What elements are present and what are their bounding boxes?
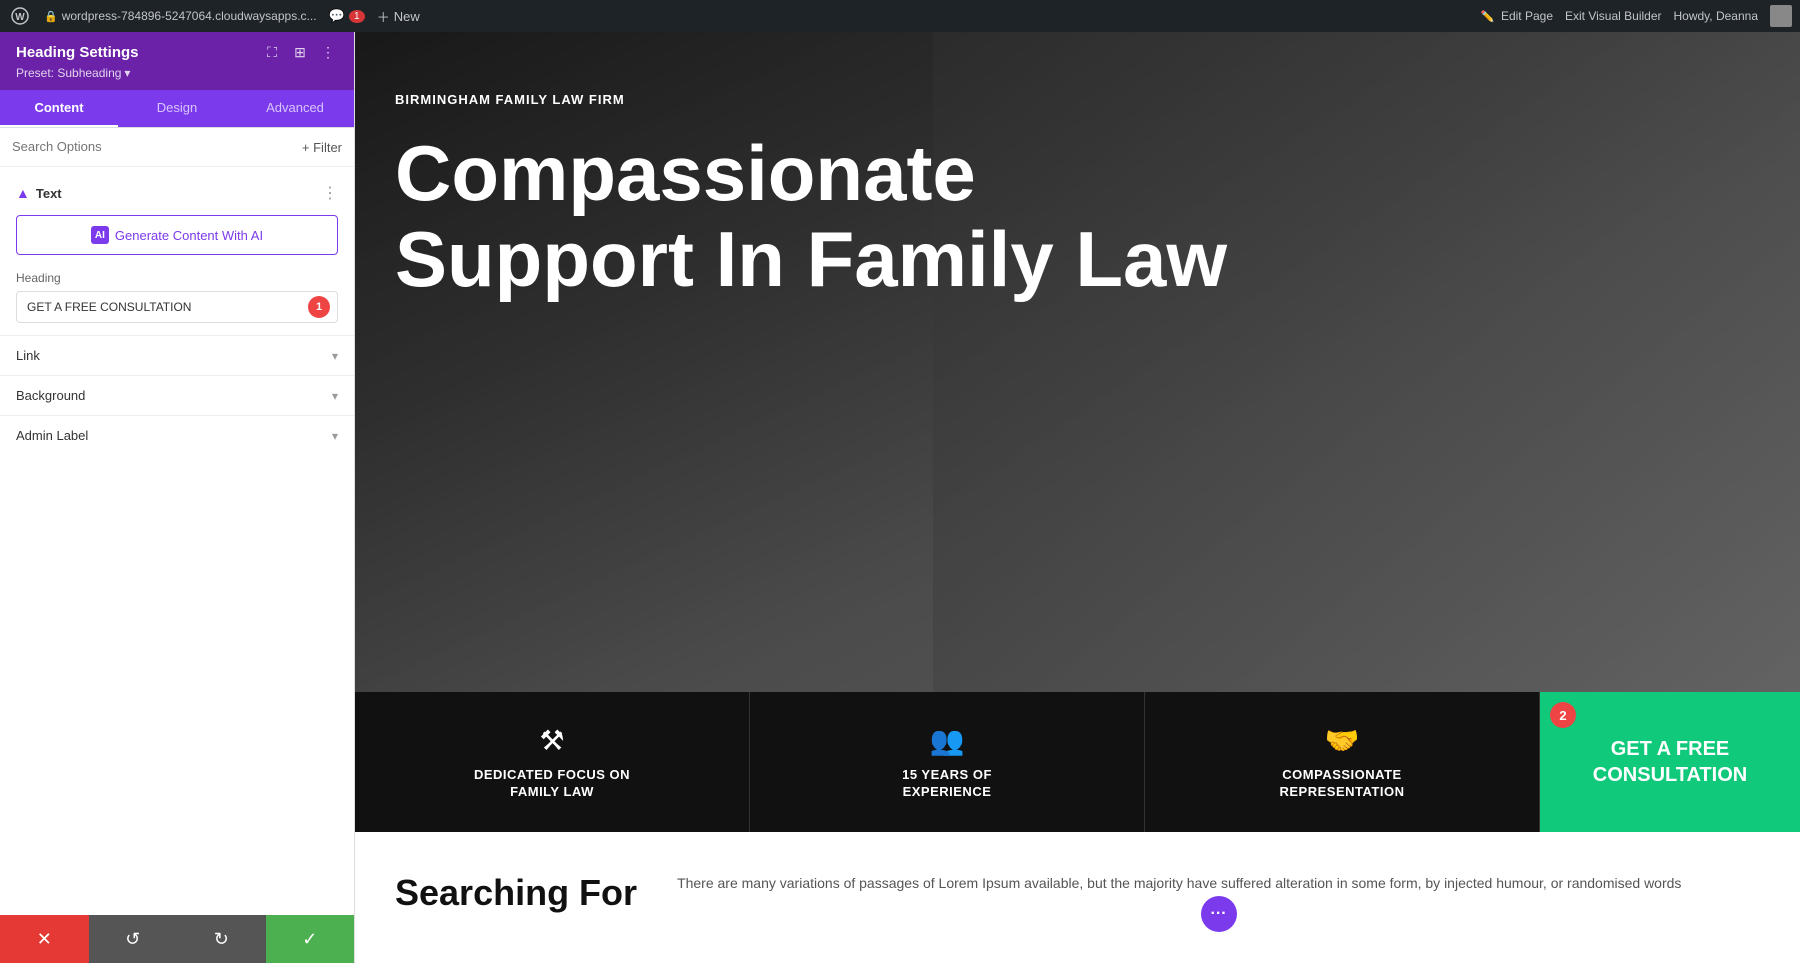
tab-advanced[interactable]: Advanced [236, 90, 354, 127]
heading-input-wrapper: 1 [16, 291, 338, 323]
feature-label-2: COMPASSIONATEREPRESENTATION [1280, 767, 1405, 801]
redo-button[interactable]: ↻ [177, 915, 266, 963]
features-bar: ⚒ DEDICATED FOCUS ONFAMILY LAW 👥 15 YEAR… [355, 692, 1800, 832]
notification-badge-1: 1 [308, 296, 330, 318]
hero-content: BIRMINGHAM FAMILY LAW FIRM Compassionate… [355, 32, 1800, 303]
below-hero-text: There are many variations of passages of… [677, 872, 1760, 955]
hero-section: BIRMINGHAM FAMILY LAW FIRM Compassionate… [355, 32, 1800, 692]
handshake-icon: 🤝 [1325, 724, 1360, 757]
floating-menu-button[interactable]: ··· [1201, 896, 1237, 932]
feature-label-1: 15 YEARS OFEXPERIENCE [902, 767, 992, 801]
columns-icon[interactable]: ⊞ [290, 42, 310, 62]
below-hero-title: Searching For [395, 872, 637, 955]
undo-button[interactable]: ↺ [89, 915, 178, 963]
site-url[interactable]: 🔒 wordpress-784896-5247064.cloudwaysapps… [44, 9, 317, 23]
cancel-button[interactable]: ✕ [0, 915, 89, 963]
background-section[interactable]: Background ▾ [0, 375, 354, 415]
admin-bar: W 🔒 wordpress-784896-5247064.cloudwaysap… [0, 0, 1800, 32]
people-icon: 👥 [930, 724, 965, 757]
chevron-down-icon: ▾ [332, 389, 338, 403]
feature-label-0: DEDICATED FOCUS ONFAMILY LAW [474, 767, 630, 801]
search-wrapper [12, 138, 294, 156]
wp-logo-icon[interactable]: W [8, 4, 32, 28]
panel-tabs: Content Design Advanced [0, 90, 354, 128]
chevron-down-icon: ▾ [332, 429, 338, 443]
avatar [1770, 5, 1792, 27]
feature-item-2[interactable]: 🤝 COMPASSIONATEREPRESENTATION [1145, 692, 1540, 832]
more-options-icon[interactable]: ⋮ [318, 42, 338, 62]
heading-label: Heading [16, 271, 338, 285]
feature-item-1[interactable]: 👥 15 YEARS OFEXPERIENCE [750, 692, 1145, 832]
save-button[interactable]: ✓ [266, 915, 355, 963]
hero-title: Compassionate Support In Family Law [395, 131, 1295, 303]
ai-icon: AI [91, 226, 109, 244]
panel-content: ▲ Text ⋮ AI Generate Content With AI Hea… [0, 167, 354, 915]
section-menu-icon[interactable]: ⋮ [322, 183, 338, 203]
panel-title: Heading Settings [16, 44, 139, 61]
generate-content-button[interactable]: AI Generate Content With AI [16, 215, 338, 255]
panel-header-top: Heading Settings ⛶ ⊞ ⋮ [16, 42, 338, 62]
cta-label: GET A FREECONSULTATION [1593, 736, 1747, 788]
filter-button[interactable]: + Filter [302, 140, 342, 155]
right-content: BIRMINGHAM FAMILY LAW FIRM Compassionate… [355, 32, 1800, 963]
panel-search: + Filter [0, 128, 354, 167]
admin-bar-right: ✏️ Edit Page Exit Visual Builder Howdy, … [1481, 5, 1792, 27]
cta-button[interactable]: 2 GET A FREECONSULTATION [1540, 692, 1800, 832]
left-panel: Heading Settings ⛶ ⊞ ⋮ Preset: Subheadin… [0, 32, 355, 963]
main-layout: Heading Settings ⛶ ⊞ ⋮ Preset: Subheadin… [0, 32, 1800, 963]
panel-preset[interactable]: Preset: Subheading ▾ [16, 66, 338, 80]
edit-page-link[interactable]: ✏️ Edit Page [1481, 9, 1553, 23]
cta-badge: 2 [1550, 702, 1576, 728]
fullscreen-icon[interactable]: ⛶ [262, 42, 282, 62]
collapse-icon: ▲ [16, 185, 30, 201]
panel-header-icons: ⛶ ⊞ ⋮ [262, 42, 338, 62]
search-input[interactable] [12, 139, 294, 154]
link-label: Link [16, 348, 40, 363]
heading-field-group: Heading 1 [0, 267, 354, 335]
tab-content[interactable]: Content [0, 90, 118, 127]
howdy-label: Howdy, Deanna [1674, 9, 1759, 23]
feature-item-0[interactable]: ⚒ DEDICATED FOCUS ONFAMILY LAW [355, 692, 750, 832]
bottom-bar: ✕ ↺ ↻ ✓ [0, 915, 354, 963]
tab-design[interactable]: Design [118, 90, 236, 127]
admin-label-label: Admin Label [16, 428, 88, 443]
panel-header: Heading Settings ⛶ ⊞ ⋮ Preset: Subheadin… [0, 32, 354, 90]
hammer-icon: ⚒ [539, 724, 564, 757]
below-hero: Searching For There are many variations … [355, 832, 1800, 963]
admin-label-section[interactable]: Admin Label ▾ [0, 415, 354, 455]
comments-link[interactable]: 💬 1 [329, 8, 365, 24]
svg-text:W: W [15, 12, 25, 23]
link-section[interactable]: Link ▾ [0, 335, 354, 375]
background-label: Background [16, 388, 85, 403]
hero-subtitle: BIRMINGHAM FAMILY LAW FIRM [395, 92, 1760, 107]
heading-input[interactable] [16, 291, 338, 323]
exit-visual-builder-link[interactable]: Exit Visual Builder [1565, 9, 1662, 23]
chevron-down-icon: ▾ [332, 349, 338, 363]
text-section-header[interactable]: ▲ Text ⋮ [0, 179, 354, 211]
new-post-link[interactable]: ＋ New [377, 7, 420, 26]
text-section-title: ▲ Text [16, 185, 62, 201]
